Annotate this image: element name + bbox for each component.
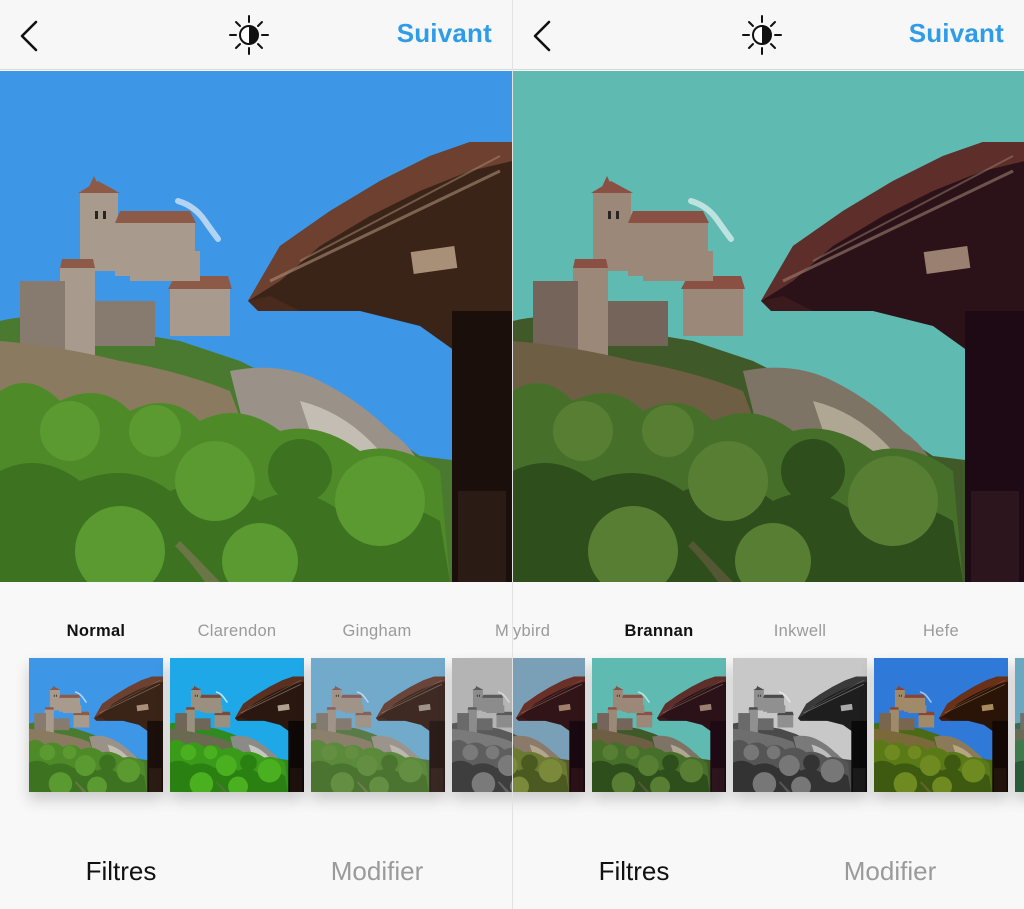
filter-thumb-next[interactable] (1015, 658, 1024, 792)
tab-filtres[interactable]: Filtres (86, 856, 157, 887)
filter-label-partial[interactable]: ybird (513, 622, 550, 641)
lux-brightness-icon (229, 15, 269, 55)
filter-thumb-brannan[interactable] (592, 658, 726, 792)
photo-preview (513, 71, 1024, 582)
tab-modifier[interactable]: Modifier (844, 856, 936, 887)
filter-names-row: Normal Clarendon Gingham M (0, 622, 512, 646)
filter-thumbnails (0, 658, 512, 792)
tab-filtres[interactable]: Filtres (599, 856, 670, 887)
filter-thumb-moon[interactable] (452, 658, 512, 792)
next-button[interactable]: Suivant (397, 18, 492, 49)
lux-button[interactable] (228, 14, 270, 56)
photo-preview (0, 71, 512, 582)
filter-label-brannan[interactable]: Brannan (624, 622, 693, 641)
filter-thumb-partial[interactable] (513, 658, 585, 792)
editor-panel-brannan: Suivant ybird Brannan Inkwell Hefe Filtr… (513, 0, 1024, 909)
lux-button[interactable] (741, 14, 783, 56)
back-button[interactable] (527, 16, 559, 56)
chevron-left-icon (20, 20, 38, 52)
filter-label-normal[interactable]: Normal (67, 622, 126, 641)
lux-brightness-icon (742, 15, 782, 55)
next-button[interactable]: Suivant (909, 18, 1004, 49)
filter-label-hefe[interactable]: Hefe (923, 622, 959, 641)
filter-names-row: ybird Brannan Inkwell Hefe (513, 622, 1024, 646)
chevron-left-icon (533, 20, 551, 52)
filter-label-inkwell[interactable]: Inkwell (774, 622, 827, 641)
filter-label-gingham[interactable]: Gingham (342, 622, 411, 641)
filter-label-clarendon[interactable]: Clarendon (198, 622, 277, 641)
back-button[interactable] (14, 16, 46, 56)
filter-thumb-hefe[interactable] (874, 658, 1008, 792)
tab-modifier[interactable]: Modifier (331, 856, 423, 887)
filter-thumb-clarendon[interactable] (170, 658, 304, 792)
filter-thumb-normal[interactable] (29, 658, 163, 792)
top-bar: Suivant (0, 0, 512, 70)
filter-thumbnails (513, 658, 1024, 792)
filter-thumb-inkwell[interactable] (733, 658, 867, 792)
top-bar: Suivant (513, 0, 1024, 70)
editor-panel-normal: Suivant Normal Clarendon Gingham M Filtr… (0, 0, 512, 909)
filter-thumb-gingham[interactable] (311, 658, 445, 792)
filter-label-partial[interactable]: M (495, 622, 509, 641)
